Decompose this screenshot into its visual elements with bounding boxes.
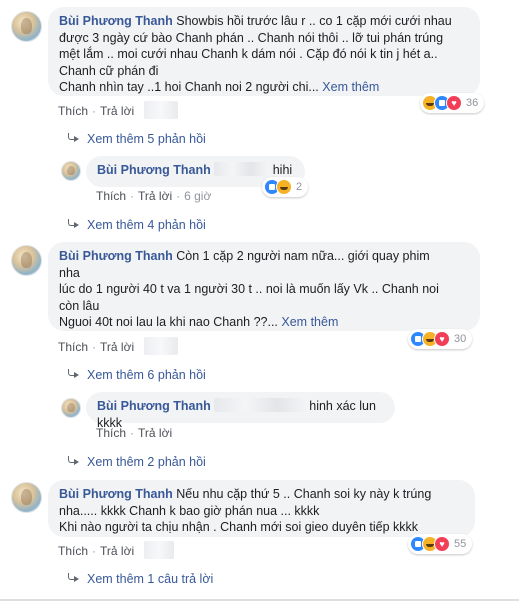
view-more-replies-link[interactable]: Xem thêm 6 phản hồi [67, 367, 206, 383]
commenter-avatar[interactable] [11, 245, 42, 276]
reply-arrow-icon [67, 369, 79, 379]
comment-bubble: Bùi Phương Thanh Showbis hồi trước lâu r… [48, 7, 480, 96]
comment-text: Chanh nhìn tay ..1 hoi Chanh noi 2 người… [59, 80, 319, 94]
comment-text: Chanh cữ phán đi [59, 63, 159, 78]
commenter-avatar[interactable] [11, 482, 42, 513]
see-more-link[interactable]: Xem thêm [322, 80, 379, 94]
reply-button[interactable]: Trả lời [100, 104, 134, 118]
comment-text: Nếu nhu cặp thứ 5 .. Chanh soi ky này k … [176, 487, 432, 501]
comment-text: lúc do 1 người 40 t va 1 người 30 t .. n… [59, 282, 439, 296]
commenter-name[interactable]: Bùi Phương Thanh [59, 487, 173, 501]
reply-arrow-icon [67, 133, 79, 143]
reaction-count: 55 [454, 538, 467, 550]
reaction-summary[interactable]: 36 [420, 93, 485, 113]
commenter-name[interactable]: Bùi Phương Thanh [59, 249, 173, 263]
commenter-name[interactable]: Bùi Phương Thanh [97, 399, 211, 413]
haha-reaction-icon [276, 179, 292, 195]
comment-text: Khi nào người ta chịu nhận . Chanh mới s… [59, 520, 418, 534]
reply-arrow-icon [67, 219, 79, 229]
reply-arrow-icon [67, 456, 79, 466]
like-button[interactable]: Thích [96, 189, 126, 203]
like-button[interactable]: Thích [58, 340, 88, 354]
comment-actions: Thích · Trả lời [58, 104, 135, 118]
timestamp[interactable]: 6 giờ [184, 189, 211, 203]
reply-button[interactable]: Trả lời [138, 189, 172, 203]
love-reaction-icon [434, 331, 450, 347]
reaction-count: 36 [466, 97, 479, 109]
reply-arrow-icon [67, 573, 79, 583]
comment-text: mệt lắm .. moi cưới nhau Chanh k dám nói… [59, 47, 438, 61]
comment-actions: Thích · Trả lời [58, 340, 135, 354]
comment-text: được 3 ngày cứ bào Chanh phán .. Chanh n… [59, 30, 444, 45]
commenter-name[interactable]: Bùi Phương Thanh [97, 163, 211, 177]
reaction-count: 2 [296, 181, 303, 193]
comment-actions: Thích · Trả lời · 6 giờ [96, 189, 212, 203]
view-more-replies-link[interactable]: Xem thêm 5 phản hồi [67, 131, 206, 147]
view-more-replies-link[interactable]: Xem thêm 2 phản hồi [67, 454, 206, 470]
comment-text: nha [59, 265, 80, 280]
commenter-name[interactable]: Bùi Phương Thanh [59, 14, 173, 28]
like-button[interactable]: Thích [58, 104, 88, 118]
comment-text: Còn 1 cặp 2 người nam nữa... giới quay p… [176, 249, 430, 263]
love-reaction-icon [434, 536, 450, 552]
love-reaction-icon [446, 95, 462, 111]
reaction-summary[interactable]: 55 [408, 534, 473, 554]
view-more-replies-link[interactable]: Xem thêm 1 câu trả lời [67, 571, 213, 587]
comment-text: Nguoi 40t noi lau la khi nao Chanh ??... [59, 315, 278, 329]
comment-bubble: Bùi Phương Thanh Còn 1 cặp 2 người nam n… [48, 242, 480, 331]
comment-bubble: Bùi Phương Thanh hinh xác lun kkkk [86, 392, 395, 430]
reaction-count: 30 [454, 333, 467, 345]
comment-text: Showbis hồi trước lâu r .. co 1 cặp mới … [176, 14, 452, 28]
comment-actions: Thích · Trả lời [96, 426, 173, 440]
comment-text: nha..... kkkk Chanh k bao giờ phán nua .… [59, 503, 320, 518]
reaction-summary[interactable]: 2 [262, 177, 309, 197]
view-more-replies-link[interactable]: Xem thêm 4 phản hồi [67, 217, 206, 233]
commenter-avatar[interactable] [61, 398, 81, 418]
comment-text: hihi [272, 163, 293, 177]
timestamp-blurred [144, 541, 174, 559]
see-more-link[interactable]: Xem thêm [281, 315, 338, 329]
reply-button[interactable]: Trả lời [100, 544, 134, 558]
commenter-avatar[interactable] [61, 161, 81, 181]
like-button[interactable]: Thích [58, 544, 88, 558]
timestamp-blurred [144, 101, 178, 119]
blurred-mention [214, 162, 270, 176]
reply-button[interactable]: Trả lời [100, 340, 134, 354]
commenter-avatar[interactable] [11, 11, 42, 42]
reaction-summary[interactable]: 30 [408, 329, 473, 349]
like-button[interactable]: Thích [96, 426, 126, 440]
comment-bubble: Bùi Phương Thanh Nếu nhu cặp thứ 5 .. Ch… [48, 480, 475, 537]
comment-text: còn lâu [59, 298, 100, 313]
comment-actions: Thích · Trả lời [58, 544, 135, 558]
reply-button[interactable]: Trả lời [138, 426, 172, 440]
timestamp-blurred [144, 337, 178, 355]
blurred-mention [214, 398, 310, 412]
